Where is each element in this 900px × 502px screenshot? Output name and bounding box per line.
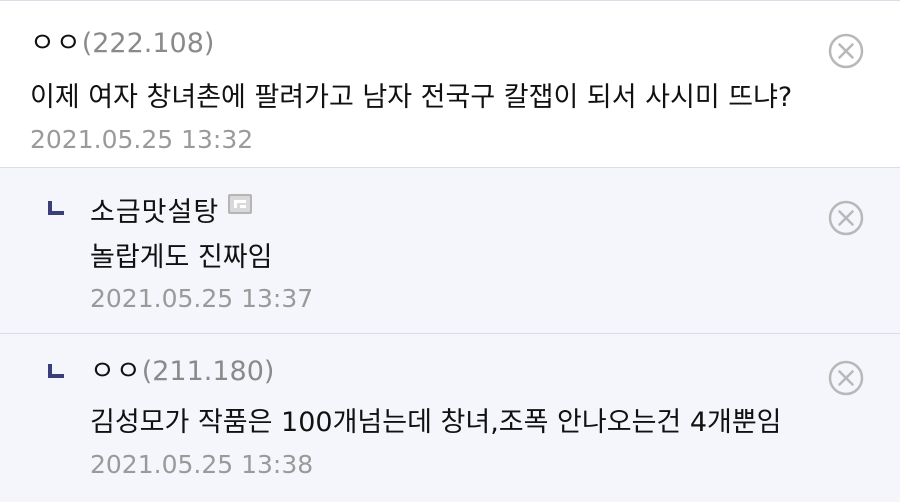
reply-item: 소금맛설탕 놀랍게도 진짜임 2021.05.25 13:37 xyxy=(0,168,900,334)
comment-author-name[interactable]: 소금맛설탕 xyxy=(90,197,219,228)
comment-author-line: ㅇㅇ(211.180) xyxy=(90,355,274,389)
reply-arrow-icon xyxy=(48,364,64,378)
comment-author-name[interactable]: ㅇㅇ xyxy=(30,28,82,59)
comment-date: 2021.05.25 13:38 xyxy=(90,450,314,479)
reply-arrow-icon xyxy=(48,201,64,215)
comment-item: ㅇㅇ(222.108) 이제 여자 창녀촌에 팔려가고 남자 전국구 칼잽이 되… xyxy=(0,1,900,168)
comment-text: 김성모가 작품은 100개넘는데 창녀,조폭 안나오는건 4개뿐임 xyxy=(90,407,782,438)
comment-date: 2021.05.25 13:37 xyxy=(90,284,314,313)
comment-author-line: 소금맛설탕 xyxy=(90,193,253,230)
comment-date: 2021.05.25 13:32 xyxy=(30,125,254,154)
reply-item: ㅇㅇ(211.180) 김성모가 작품은 100개넘는데 창녀,조폭 안나오는건… xyxy=(0,334,900,502)
comment-author-ip: (211.180) xyxy=(141,356,275,387)
comment-list: ㅇㅇ(222.108) 이제 여자 창녀촌에 팔려가고 남자 전국구 칼잽이 되… xyxy=(0,0,900,502)
comment-author-line: ㅇㅇ(222.108) xyxy=(30,27,214,61)
comment-author-ip: (222.108) xyxy=(81,28,215,59)
comment-text: 이제 여자 창녀촌에 팔려가고 남자 전국구 칼잽이 되서 사시미 뜨냐? xyxy=(30,82,793,113)
delete-comment-button[interactable] xyxy=(828,33,864,69)
delete-comment-button[interactable] xyxy=(828,360,864,396)
comment-author-name[interactable]: ㅇㅇ xyxy=(90,356,142,387)
comment-text: 놀랍게도 진짜임 xyxy=(90,242,273,273)
fixed-nick-badge-icon xyxy=(228,194,253,214)
delete-comment-button[interactable] xyxy=(828,200,864,236)
